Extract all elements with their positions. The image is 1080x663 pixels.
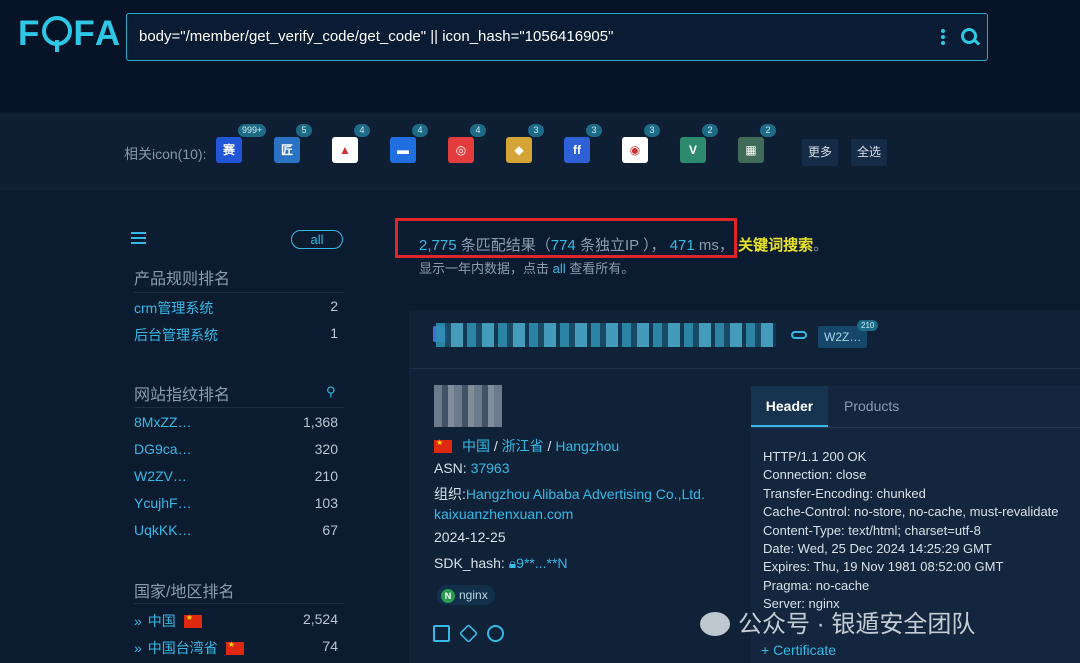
related-icon-count: 2	[702, 124, 718, 137]
related-icon-count: 999+	[238, 124, 267, 137]
http-header-line: Date: Wed, 25 Dec 2024 14:25:29 GMT	[763, 541, 992, 557]
related-icon[interactable]: 匠	[274, 137, 300, 163]
http-header-line: Transfer-Encoding: chunked	[763, 485, 926, 501]
location-line: 中国 / 浙江省 / Hangzhou	[434, 436, 619, 456]
blurred-ip[interactable]	[434, 385, 502, 427]
domain-line: kaixuanzhenxuan.com	[434, 506, 573, 522]
related-icon[interactable]: V	[680, 137, 706, 163]
related-icon[interactable]: ff	[564, 137, 590, 163]
http-header-text: HTTP/1.1 200 OK Connection: close Transfer…	[763, 448, 1059, 614]
related-icon-count: 5	[296, 124, 312, 137]
keyword-search-link[interactable]: 关键词搜索	[738, 237, 813, 254]
product-rank-item[interactable]: 后台管理系统 1	[134, 325, 338, 345]
related-icon[interactable]: ◉	[622, 137, 648, 163]
org-link[interactable]: Hangzhou Alibaba Advertising Co.,Ltd.	[466, 486, 705, 502]
tab-header[interactable]: Header	[751, 386, 828, 427]
chevron-right-icon: »	[134, 640, 142, 656]
server-tag[interactable]: Nnginx	[437, 585, 495, 605]
fingerprint-rank-item[interactable]: 8MxZZ… 1,368	[134, 414, 338, 430]
related-icon-count: 2	[760, 124, 776, 137]
filter-funnel-icon[interactable]: ⚲	[326, 384, 336, 400]
asn-line: ASN: 37963	[434, 460, 510, 476]
fingerprint-rank-item[interactable]: W2ZV… 210	[134, 468, 338, 484]
asn-link[interactable]: 37963	[471, 460, 510, 476]
product-rank-title: 产品规则排名	[134, 271, 231, 288]
all-toggle-button[interactable]: all	[291, 230, 343, 249]
country-rank-item[interactable]: »中国台湾省74	[134, 638, 338, 658]
fingerprint-rank-item[interactable]: UqkKK… 67	[134, 522, 338, 538]
fofa-logo[interactable]: F FA	[18, 14, 122, 54]
link-icon[interactable]	[791, 331, 807, 339]
more-icons-button[interactable]: 更多	[802, 139, 839, 166]
related-icon-count: 3	[528, 124, 544, 137]
country-rank-title: 国家/地区排名	[134, 584, 235, 601]
china-flag-icon	[183, 613, 202, 628]
highlight-box	[395, 218, 737, 258]
fingerprint-rank-item[interactable]: YcujhF… 103	[134, 495, 338, 511]
view-all-link[interactable]: all	[553, 261, 566, 276]
tab-products[interactable]: Products	[844, 398, 899, 414]
sdk-hash-line: SDK_hash: 🔒︎9**...**N	[434, 555, 568, 571]
http-header-line: Cache-Control: no-store, no-cache, must-…	[763, 504, 1059, 520]
chevron-right-icon: »	[134, 613, 142, 629]
more-options-icon[interactable]	[940, 27, 946, 47]
filter-settings-icon[interactable]	[131, 232, 146, 246]
related-icon-count: 4	[412, 124, 428, 137]
related-icon-count: 3	[644, 124, 660, 137]
sdk-hash-link[interactable]: 9**...**N	[516, 555, 567, 571]
tab-divider	[751, 427, 1080, 428]
nginx-icon: N	[441, 589, 455, 603]
select-all-button[interactable]: 全选	[851, 139, 888, 166]
city-link[interactable]: Hangzhou	[555, 438, 619, 454]
wechat-watermark: 公众号 · 银遁安全团队	[700, 604, 975, 639]
refresh-icon[interactable]	[487, 625, 504, 642]
search-icon[interactable]	[961, 28, 977, 44]
related-icons-label: 相关icon(10):	[124, 146, 207, 162]
related-icon-count: 3	[586, 124, 602, 137]
fingerprint-rank-item[interactable]: DG9ca… 320	[134, 441, 338, 457]
domain-link[interactable]: kaixuanzhenxuan.com	[434, 506, 573, 522]
wechat-icon	[700, 612, 730, 636]
org-line: 组织:Hangzhou Alibaba Advertising Co.,Ltd.	[434, 486, 705, 502]
http-header-line: Content-Type: text/html; charset=utf-8	[763, 522, 981, 538]
related-icon[interactable]: ▲	[332, 137, 358, 163]
code-view-icon[interactable]	[433, 625, 450, 642]
http-header-line: Connection: close	[763, 467, 867, 483]
related-icon[interactable]: 赛	[216, 137, 242, 163]
related-icon[interactable]: ◆	[506, 137, 532, 163]
related-icon[interactable]: ◎	[448, 137, 474, 163]
china-flag-icon	[434, 438, 452, 453]
date-line: 2024-12-25	[434, 529, 506, 545]
product-rank-item[interactable]: crm管理系统 2	[134, 298, 338, 318]
china-flag-icon	[225, 640, 244, 655]
country-link[interactable]: 中国	[462, 438, 490, 454]
related-icon[interactable]: ▦	[738, 137, 764, 163]
result-hint: 显示一年内数据，点击 all 查看所有。	[419, 261, 635, 276]
related-icon-count: 4	[354, 124, 370, 137]
certificate-toggle[interactable]: + Certificate	[761, 642, 836, 658]
blurred-url[interactable]	[436, 323, 776, 347]
related-icon[interactable]: ▬	[390, 137, 416, 163]
related-icon-count: 4	[470, 124, 486, 137]
http-header-line: HTTP/1.1 200 OK	[763, 449, 867, 464]
fingerprint-tag-badge: 210	[857, 320, 879, 331]
province-link[interactable]: 浙江省	[502, 438, 544, 454]
http-header-line: Expires: Thu, 19 Nov 1981 08:52:00 GMT	[763, 559, 1004, 575]
search-query-text[interactable]: body="/member/get_verify_code/get_code" …	[139, 28, 613, 45]
http-header-line: Pragma: no-cache	[763, 577, 870, 593]
country-rank-item[interactable]: »中国2,524	[134, 611, 338, 631]
fingerprint-rank-title: 网站指纹排名	[134, 387, 231, 404]
